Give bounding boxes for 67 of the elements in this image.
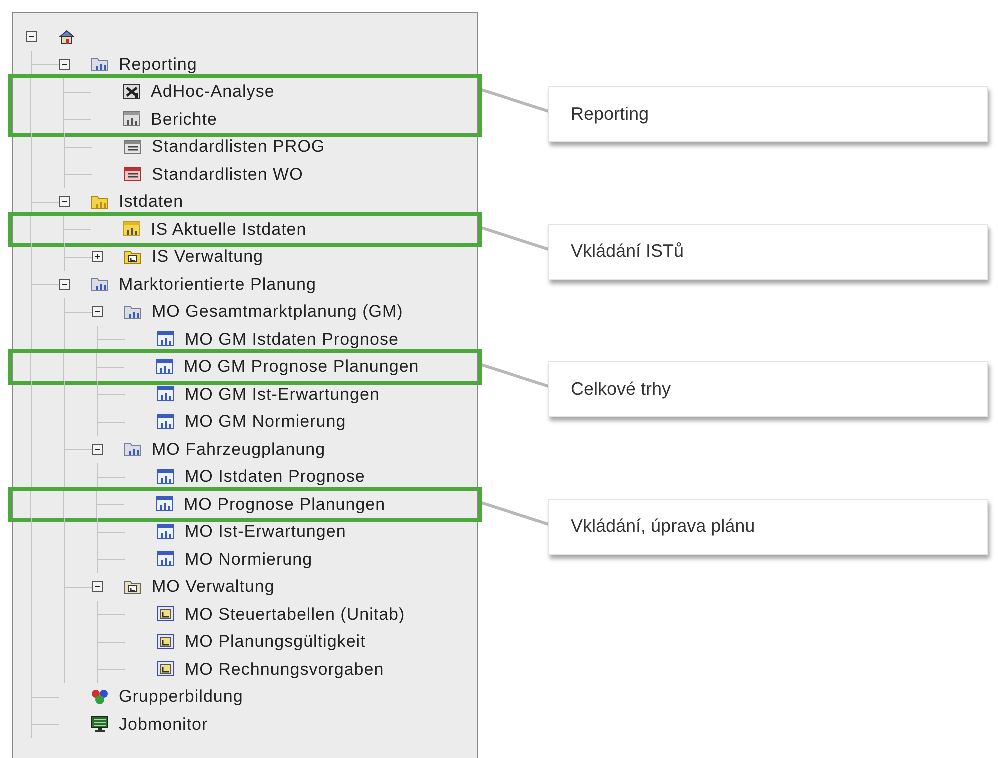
tree-item-label[interactable]: MO Istdaten Prognose: [185, 464, 366, 490]
table-icon: [157, 661, 175, 678]
report-icon: [157, 551, 175, 568]
tree-item-label[interactable]: IS Verwaltung: [152, 244, 264, 270]
report-icon: [157, 414, 175, 430]
tree-item-label[interactable]: Jobmonitor: [119, 712, 208, 737]
tree-item-label[interactable]: MO GM Istdaten Prognose: [185, 326, 399, 352]
tree-item-label[interactable]: MO Rechnungsvorgaben: [185, 656, 384, 682]
list-icon: [124, 138, 142, 155]
collapse-toggle[interactable]: [92, 444, 103, 455]
tools-folder-icon: [124, 578, 142, 595]
tree-item-label[interactable]: AdHoc-Analyse: [151, 79, 275, 104]
callout-text: Reporting: [571, 102, 650, 126]
tree-item-label[interactable]: MO Fahrzeugplanung: [152, 436, 326, 462]
report-icon: [157, 524, 175, 540]
tree-item-label[interactable]: MO Normierung: [185, 546, 313, 572]
tree-item-label[interactable]: MO Verwaltung: [152, 574, 275, 600]
folder-icon: [91, 194, 109, 210]
collapse-toggle[interactable]: [59, 196, 70, 208]
leader-line: [482, 88, 550, 114]
table-icon: [157, 634, 175, 650]
report-icon: [156, 496, 174, 512]
report-icon: [123, 221, 141, 238]
expand-toggle[interactable]: [92, 251, 103, 262]
tree-item-label[interactable]: MO Prognose Planungen: [184, 492, 386, 517]
tools-folder-icon: [124, 248, 142, 265]
collapse-toggle[interactable]: [59, 278, 70, 290]
collapse-toggle[interactable]: [26, 31, 37, 42]
callout-text: Celkové trhy: [571, 378, 672, 401]
report-icon: [157, 386, 175, 402]
leader-line: [482, 363, 550, 389]
folder-icon: [91, 276, 109, 292]
tree-item-label[interactable]: Marktorientierte Planung: [119, 272, 316, 297]
report-icon: [123, 111, 141, 128]
tree-item-label[interactable]: Standardlisten PROG: [152, 134, 326, 160]
report-icon: [156, 358, 174, 375]
tree-item-label[interactable]: Standardlisten WO: [152, 162, 304, 187]
tree-item-label[interactable]: Reporting: [119, 52, 198, 77]
collapse-toggle[interactable]: [92, 581, 103, 592]
collapse-toggle[interactable]: [92, 306, 103, 318]
leader-line: [482, 500, 550, 526]
tree-item-label[interactable]: MO Ist-Erwartungen: [185, 519, 346, 544]
folder-icon: [124, 441, 142, 458]
report-icon: [157, 468, 175, 485]
monitor-icon: [91, 716, 109, 732]
list-icon: [124, 166, 142, 182]
tree-item-label[interactable]: MO Steuertabellen (Unitab): [185, 602, 406, 627]
tree-item-label[interactable]: MO GM Prognose Planungen: [184, 354, 420, 380]
leader-line: [482, 226, 550, 252]
folder-icon: [91, 56, 109, 72]
tree-item-label[interactable]: Grupperbildung: [119, 684, 244, 710]
home-icon: [58, 28, 76, 45]
callout-text: Vkládání ISTů: [571, 240, 684, 263]
tree-item-label[interactable]: Berichte: [151, 106, 218, 132]
groups-icon: [91, 688, 109, 705]
chart-icon: [123, 84, 141, 100]
collapse-toggle[interactable]: [59, 58, 70, 70]
folder-icon: [124, 304, 142, 320]
callout-text: Vkládání, úprava plánu: [571, 515, 756, 538]
tree-item-label[interactable]: MO GM Ist-Erwartungen: [185, 382, 380, 407]
tree-item-label[interactable]: MO Planungsgültigkeit: [185, 629, 366, 654]
tree-item-label[interactable]: MO GM Normierung: [185, 409, 346, 434]
tree-item-label[interactable]: MO Gesamtmarktplanung (GM): [152, 299, 404, 324]
table-icon: [157, 606, 175, 622]
tree-item-label[interactable]: Istdaten: [119, 189, 184, 214]
tree-item-label[interactable]: IS Aktuelle Istdaten: [151, 216, 307, 242]
report-icon: [157, 331, 175, 348]
